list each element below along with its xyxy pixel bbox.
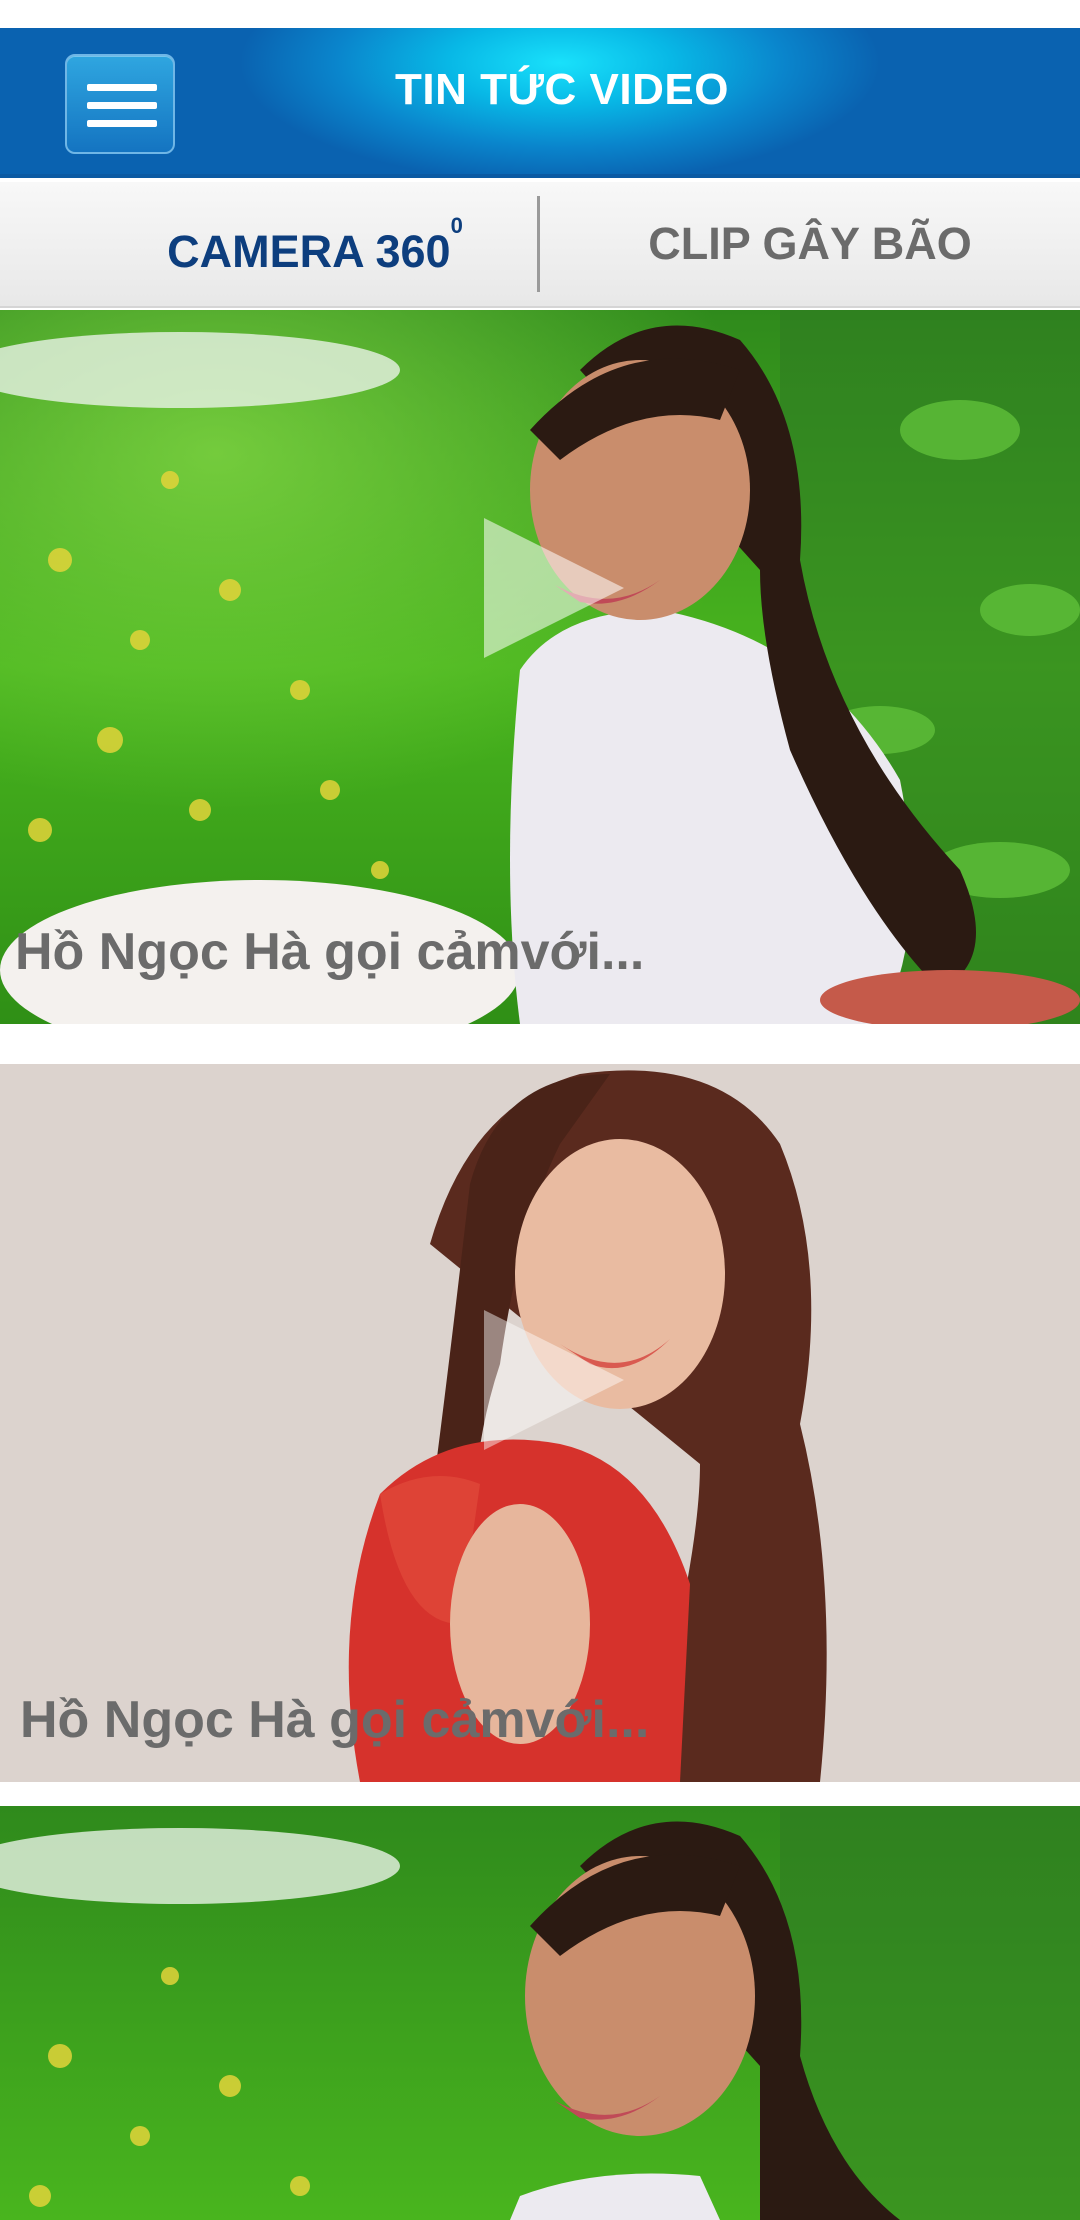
play-icon[interactable] bbox=[484, 1310, 624, 1450]
tab-clip-gay-bao-label: CLIP GÂY BÃO bbox=[648, 218, 972, 269]
video-title[interactable]: Hồ Ngọc Hà gọi cảmvới... bbox=[20, 1690, 649, 1750]
tab-camera-360-label: CAMERA 360 bbox=[167, 226, 451, 277]
video-thumbnail bbox=[0, 1806, 1080, 2220]
play-icon[interactable] bbox=[484, 518, 624, 658]
video-card[interactable]: Hồ Ngọc Hà gọi cảmvới... bbox=[0, 310, 1080, 1024]
tab-bar: CAMERA 3600 CLIP GÂY BÃO bbox=[0, 182, 1080, 308]
tab-camera-360[interactable]: CAMERA 3600 bbox=[100, 182, 530, 306]
tab-clip-gay-bao[interactable]: CLIP GÂY BÃO bbox=[600, 182, 1020, 306]
tab-divider bbox=[537, 196, 540, 292]
video-title[interactable]: Hồ Ngọc Hà gọi cảmvới... bbox=[15, 922, 644, 982]
video-card[interactable] bbox=[0, 1806, 1080, 2220]
video-card[interactable]: Hồ Ngọc Hà gọi cảmvới... bbox=[0, 1064, 1080, 1782]
video-thumbnail bbox=[0, 310, 1080, 1024]
tab-camera-360-degree: 0 bbox=[450, 213, 463, 238]
menu-button[interactable] bbox=[65, 54, 175, 154]
app-header: TIN TỨC VIDEO bbox=[0, 28, 1080, 178]
status-bar-gap bbox=[0, 0, 1080, 28]
